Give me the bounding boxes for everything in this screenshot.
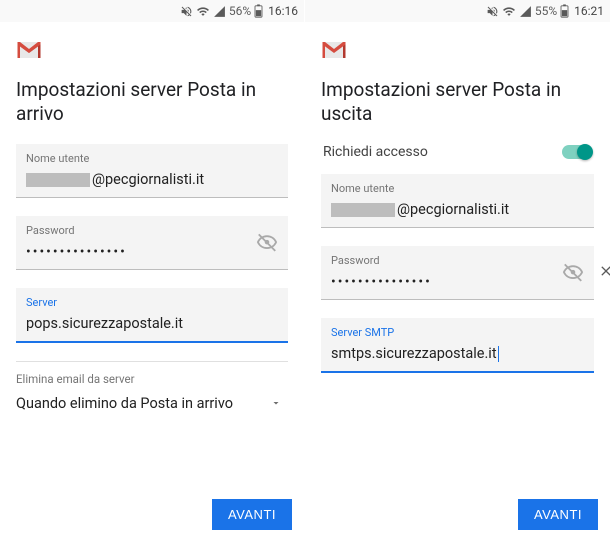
delete-from-server-dropdown[interactable]: Quando elimino da Posta in arrivo xyxy=(16,394,288,413)
clear-icon[interactable] xyxy=(598,263,610,283)
battery-percent: 55% xyxy=(535,4,557,18)
clock: 16:21 xyxy=(574,4,604,18)
delete-from-server-label: Elimina email da server xyxy=(16,372,288,386)
username-domain: @pecgiornalisti.it xyxy=(397,201,509,218)
password-label: Password xyxy=(26,224,278,237)
username-field[interactable]: Nome utente @pecgiornalisti.it xyxy=(321,174,594,228)
username-redacted xyxy=(26,173,90,187)
gmail-logo xyxy=(321,40,594,64)
password-masked: ••••••••••••••• xyxy=(331,274,432,290)
gmail-logo xyxy=(16,40,288,64)
page-title: Impostazioni server Posta in arrivo xyxy=(16,78,288,126)
username-redacted xyxy=(331,203,395,217)
password-field[interactable]: Password ••••••••••••••• xyxy=(321,246,594,300)
username-label: Nome utente xyxy=(26,152,278,165)
username-field[interactable]: Nome utente @pecgiornalisti.it xyxy=(16,144,288,198)
server-field[interactable]: Server pops.sicurezzapostale.it xyxy=(16,288,288,343)
mute-icon xyxy=(486,5,499,18)
incoming-server-screen: 56% 16:16 Impostazioni server Posta in a… xyxy=(0,0,305,540)
battery-percent: 56% xyxy=(229,4,251,18)
wifi-icon xyxy=(196,5,210,18)
smtp-server-label: Server SMTP xyxy=(331,326,584,339)
wifi-icon xyxy=(502,5,516,18)
require-signin-toggle[interactable] xyxy=(562,145,592,159)
dropdown-icon xyxy=(270,394,282,413)
status-bar: 56% 16:16 xyxy=(0,0,304,22)
next-button[interactable]: AVANTI xyxy=(518,499,598,530)
outgoing-server-screen: 55% 16:21 Impostazioni server Posta in u… xyxy=(305,0,610,540)
password-label: Password xyxy=(331,254,584,267)
server-value: pops.sicurezzapostale.it xyxy=(26,315,183,332)
smtp-server-value: smtps.sicurezzapostale.it xyxy=(331,345,497,362)
page-title: Impostazioni server Posta in uscita xyxy=(321,78,594,126)
next-button[interactable]: AVANTI xyxy=(212,499,292,530)
battery-icon xyxy=(254,4,263,18)
smtp-server-field[interactable]: Server SMTP smtps.sicurezzapostale.it xyxy=(321,318,594,373)
visibility-off-icon[interactable] xyxy=(562,262,584,288)
password-field[interactable]: Password ••••••••••••••• xyxy=(16,216,288,270)
clock: 16:16 xyxy=(268,4,298,18)
signal-icon xyxy=(213,5,226,18)
battery-icon xyxy=(560,4,569,18)
delete-from-server-section: Elimina email da server Quando elimino d… xyxy=(16,361,288,419)
password-masked: ••••••••••••••• xyxy=(26,244,127,260)
require-signin-label: Richiedi accesso xyxy=(323,144,428,160)
status-bar: 55% 16:21 xyxy=(305,0,610,22)
require-signin-row: Richiedi accesso xyxy=(321,144,594,174)
username-label: Nome utente xyxy=(331,182,584,195)
visibility-off-icon[interactable] xyxy=(256,232,278,258)
signal-icon xyxy=(519,5,532,18)
mute-icon xyxy=(180,5,193,18)
delete-dropdown-value: Quando elimino da Posta in arrivo xyxy=(16,395,233,412)
text-cursor xyxy=(498,346,500,362)
username-domain: @pecgiornalisti.it xyxy=(92,171,204,188)
server-label: Server xyxy=(26,296,278,309)
